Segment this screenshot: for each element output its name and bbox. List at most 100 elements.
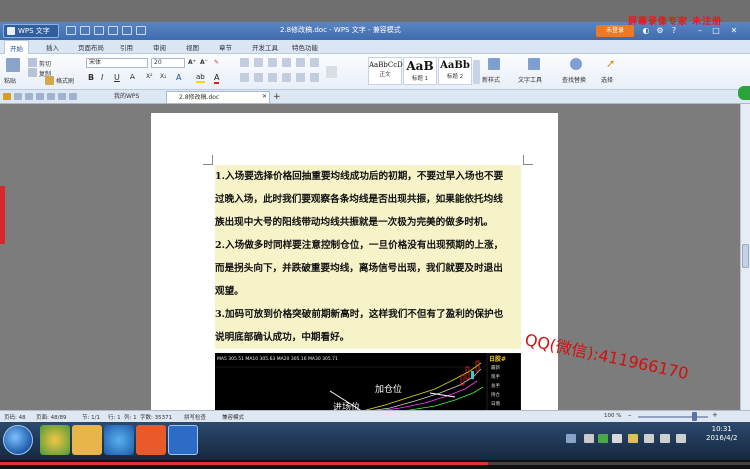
font-size-select[interactable]: 20 — [151, 58, 185, 68]
tab-features[interactable]: 特色功能 — [292, 42, 318, 52]
paragraph-line[interactable]: 2.入场做多时同样要注意控制仓位，一旦价格没有出现预期的上涨， — [215, 234, 521, 257]
new-style-icon[interactable] — [488, 58, 500, 70]
folder-icon[interactable] — [3, 93, 11, 100]
stock-chart-image[interactable]: MA5 305.51 MA10 305.63 MA20 305.16 MA30 … — [215, 353, 521, 413]
tab-developer[interactable]: 开发工具 — [252, 42, 278, 52]
align-center-icon[interactable] — [254, 73, 263, 82]
italic-icon[interactable]: I — [101, 73, 103, 82]
print-icon[interactable] — [108, 26, 118, 35]
tab-insert[interactable]: 插入 — [46, 42, 59, 52]
tray-app-icon[interactable] — [584, 434, 594, 443]
superscript-icon[interactable]: X² — [146, 73, 153, 80]
format-painter-icon[interactable] — [45, 76, 54, 85]
wps-app-menu-button[interactable]: WPS 文字 — [3, 24, 59, 38]
bullets-icon[interactable] — [240, 58, 249, 67]
zoom-out-icon[interactable]: – — [628, 411, 632, 419]
taskbar-app-photos-icon[interactable] — [40, 425, 70, 455]
network-icon[interactable] — [644, 434, 654, 443]
bold-icon[interactable]: B — [88, 73, 94, 82]
sort-icon[interactable] — [296, 58, 305, 67]
paragraph-line[interactable]: 而是拐头向下，并跌破重要均线，离场信号出现，我们就要及时退出 — [215, 257, 521, 280]
new-tab-button[interactable]: + — [273, 91, 281, 103]
cut-label[interactable]: 剪切 — [39, 59, 51, 68]
document-page[interactable]: 1.入场要选择价格回抽重要均线成功后的初期，不要过早入场也不要 过晚入场，此时我… — [151, 113, 558, 413]
paragraph-line[interactable]: 族出现中大号的阳线带动均线共振就是一次极为完美的做多时机。 — [215, 211, 521, 234]
zoom-in-icon[interactable]: + — [712, 411, 718, 419]
text-tools-label[interactable]: 文字工具 — [518, 75, 542, 84]
grow-font-icon[interactable]: A⁺ — [188, 59, 196, 66]
tab-document[interactable]: 2.8修改稿.doc — [166, 91, 270, 103]
new-style-label[interactable]: 新样式 — [482, 75, 500, 84]
font-name-select[interactable]: 宋体 — [86, 58, 148, 68]
new-file-icon[interactable] — [66, 26, 76, 35]
start-button-icon[interactable] — [3, 425, 33, 455]
justify-icon[interactable] — [282, 73, 291, 82]
status-spell-check[interactable]: 拼写检查 — [184, 413, 206, 421]
paragraph-line[interactable]: 说明底部确认成功，中期看好。 — [215, 326, 521, 349]
tab-home[interactable]: 开始 — [4, 40, 29, 54]
scrollbar-thumb[interactable] — [742, 244, 749, 268]
shrink-font-icon[interactable]: A⁻ — [200, 59, 208, 66]
paragraph-line[interactable]: 过晚入场，此时我们要观察各条均线是否出现共振，如果能依托均线 — [215, 188, 521, 211]
taskbar-explorer-icon[interactable] — [72, 425, 102, 455]
taskbar-wps-presentation-icon[interactable] — [136, 425, 166, 455]
preview-icon[interactable] — [47, 93, 55, 100]
paragraph-line[interactable]: 1.入场要选择价格回抽重要均线成功后的初期，不要过早入场也不要 — [215, 165, 521, 188]
show-marks-icon[interactable] — [310, 58, 319, 67]
new-doc-icon[interactable] — [14, 93, 22, 100]
system-clock[interactable]: 10:31 2016/4/2 — [706, 425, 737, 443]
taskbar-ie-icon[interactable] — [104, 425, 134, 455]
save-icon[interactable] — [94, 26, 104, 35]
styles-more-icon[interactable] — [473, 60, 480, 84]
undo-icon[interactable] — [122, 26, 132, 35]
save-doc-icon[interactable] — [25, 93, 33, 100]
tray-security-icon[interactable] — [598, 434, 608, 443]
text-tools-icon[interactable] — [528, 58, 540, 70]
side-panel-tab[interactable] — [0, 186, 5, 244]
find-replace-label[interactable]: 查找替换 — [562, 75, 586, 84]
zoom-slider-knob[interactable] — [692, 412, 697, 421]
strikethrough-icon[interactable]: A̶ — [130, 73, 135, 81]
battery-icon[interactable] — [676, 434, 686, 443]
video-progress-track[interactable] — [0, 462, 750, 465]
style-heading2[interactable]: AaBb 标题 2 — [438, 57, 472, 85]
copy-icon[interactable] — [28, 68, 37, 77]
find-replace-icon[interactable] — [570, 58, 582, 70]
tray-expand-icon[interactable] — [612, 434, 622, 443]
cut-icon[interactable] — [28, 58, 37, 67]
document-body[interactable]: 1.入场要选择价格回抽重要均线成功后的初期，不要过早入场也不要 过晚入场，此时我… — [215, 165, 521, 349]
redo-icon[interactable] — [136, 26, 146, 35]
tab-review[interactable]: 审阅 — [153, 42, 166, 52]
volume-icon[interactable] — [660, 434, 670, 443]
taskbar-wps-writer-icon[interactable] — [168, 425, 198, 455]
increase-indent-icon[interactable] — [282, 58, 291, 67]
print-doc-icon[interactable] — [36, 93, 44, 100]
close-icon[interactable]: ✕ — [728, 25, 740, 36]
align-left-icon[interactable] — [240, 73, 249, 82]
style-heading1[interactable]: AaB 标题 1 — [403, 57, 437, 85]
undo-doc-icon[interactable] — [58, 93, 66, 100]
status-words[interactable]: 字数: 35371 — [140, 413, 172, 421]
tray-flag-icon[interactable] — [628, 434, 638, 443]
font-color-icon[interactable]: A — [214, 73, 220, 84]
numbering-icon[interactable] — [254, 58, 263, 67]
align-right-icon[interactable] — [268, 73, 277, 82]
zoom-level[interactable]: 100 % — [604, 413, 621, 419]
vertical-scrollbar[interactable] — [740, 104, 750, 410]
subscript-icon[interactable]: X₂ — [160, 73, 167, 80]
underline-icon[interactable]: U — [114, 73, 120, 82]
side-panel-toggle-icon[interactable] — [738, 86, 750, 100]
select-label[interactable]: 选择 — [601, 75, 613, 84]
borders-icon[interactable] — [310, 73, 319, 82]
zoom-slider[interactable] — [638, 416, 708, 418]
clear-format-icon[interactable]: ✎ — [214, 59, 219, 66]
shading-icon[interactable] — [326, 66, 337, 78]
tab-page-layout[interactable]: 页面布局 — [78, 42, 104, 52]
open-file-icon[interactable] — [80, 26, 90, 35]
tab-references[interactable]: 引用 — [120, 42, 133, 52]
keyboard-icon[interactable] — [566, 434, 576, 443]
tab-section[interactable]: 章节 — [219, 42, 232, 52]
highlight-color-icon[interactable]: ab — [196, 73, 205, 83]
paste-label[interactable]: 粘贴 — [4, 76, 16, 85]
format-painter-label[interactable]: 格式刷 — [56, 76, 74, 85]
